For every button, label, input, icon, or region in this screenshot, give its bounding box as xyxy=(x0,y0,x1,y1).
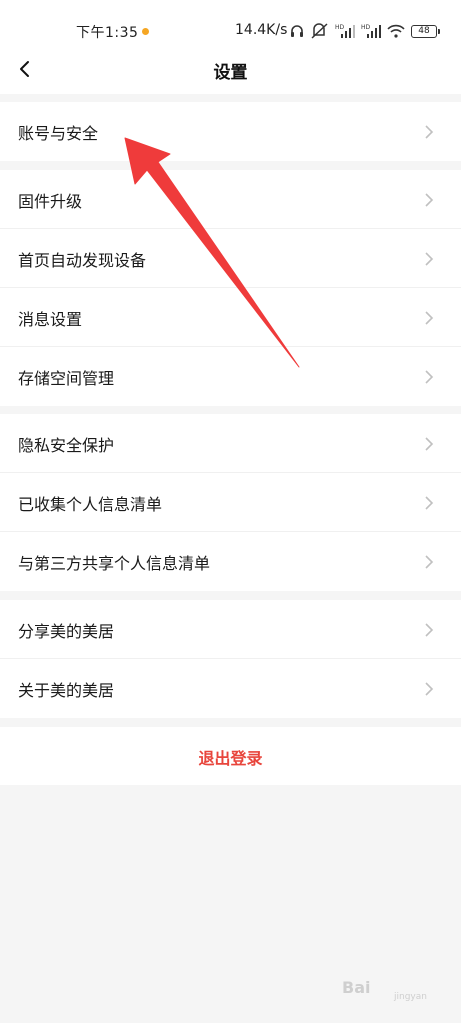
settings-group-about: 分享美的美居 关于美的美居 xyxy=(0,600,461,718)
chevron-right-icon xyxy=(425,370,434,384)
settings-item-share-app[interactable]: 分享美的美居 xyxy=(0,600,461,659)
headphones-icon xyxy=(291,25,303,37)
chevron-right-icon xyxy=(425,125,434,139)
chevron-right-icon xyxy=(425,252,434,266)
chevron-right-icon xyxy=(425,555,434,569)
settings-item-third-party-info[interactable]: 与第三方共享个人信息清单 xyxy=(0,532,461,591)
page-title: 设置 xyxy=(213,63,248,83)
network-speed: 14.4K/s xyxy=(235,22,288,38)
chevron-right-icon xyxy=(425,682,434,696)
chevron-right-icon xyxy=(425,623,434,637)
settings-item-storage[interactable]: 存储空间管理 xyxy=(0,347,461,406)
settings-item-label: 固件升级 xyxy=(18,192,83,211)
settings-group-account: 账号与安全 xyxy=(0,102,461,161)
notification-dot xyxy=(142,28,149,35)
settings-group-privacy: 隐私安全保护 已收集个人信息清单 与第三方共享个人信息清单 xyxy=(0,414,461,591)
chevron-right-icon xyxy=(425,193,434,207)
settings-item-firmware-upgrade[interactable]: 固件升级 xyxy=(0,170,461,229)
settings-item-message-settings[interactable]: 消息设置 xyxy=(0,288,461,347)
signal-hd-icon: HD xyxy=(361,24,381,38)
chevron-right-icon xyxy=(425,437,434,451)
svg-text:HD: HD xyxy=(361,24,371,31)
settings-item-account-security[interactable]: 账号与安全 xyxy=(0,102,461,161)
settings-item-collected-info[interactable]: 已收集个人信息清单 xyxy=(0,473,461,532)
settings-item-privacy-protection[interactable]: 隐私安全保护 xyxy=(0,414,461,473)
settings-group-device: 固件升级 首页自动发现设备 消息设置 存储空间管理 xyxy=(0,170,461,406)
settings-item-label: 已收集个人信息清单 xyxy=(18,495,163,514)
settings-item-label: 分享美的美居 xyxy=(18,622,115,641)
mute-icon xyxy=(311,23,328,39)
wifi-icon xyxy=(387,24,405,38)
status-bar: 下午1:35 14.4K/s HD HD 48 xyxy=(0,0,461,46)
status-icons: HD HD 48 xyxy=(289,22,440,40)
baidu-watermark: Bai jingyan xyxy=(342,968,434,1008)
battery-icon: 48 xyxy=(411,24,440,38)
settings-item-label: 隐私安全保护 xyxy=(18,436,115,455)
nav-bar: 设置 xyxy=(0,46,461,94)
settings-item-auto-discover[interactable]: 首页自动发现设备 xyxy=(0,229,461,288)
watermark-sub: jingyan xyxy=(394,992,427,1002)
settings-item-label: 关于美的美居 xyxy=(18,681,115,700)
settings-item-label: 消息设置 xyxy=(18,310,83,329)
settings-item-label: 账号与安全 xyxy=(18,124,99,143)
svg-text:HD: HD xyxy=(335,24,345,31)
settings-item-label: 与第三方共享个人信息清单 xyxy=(18,554,211,573)
settings-item-about-app[interactable]: 关于美的美居 xyxy=(0,659,461,718)
logout-group: 退出登录 xyxy=(0,727,461,785)
settings-item-label: 首页自动发现设备 xyxy=(18,251,147,270)
chevron-right-icon xyxy=(425,496,434,510)
chevron-right-icon xyxy=(425,311,434,325)
signal-hd-icon: HD xyxy=(335,24,355,38)
watermark-text: Bai xyxy=(342,978,371,997)
logout-button[interactable]: 退出登录 xyxy=(0,745,461,769)
status-time: 下午1:35 xyxy=(76,25,139,41)
settings-item-label: 存储空间管理 xyxy=(18,369,115,388)
